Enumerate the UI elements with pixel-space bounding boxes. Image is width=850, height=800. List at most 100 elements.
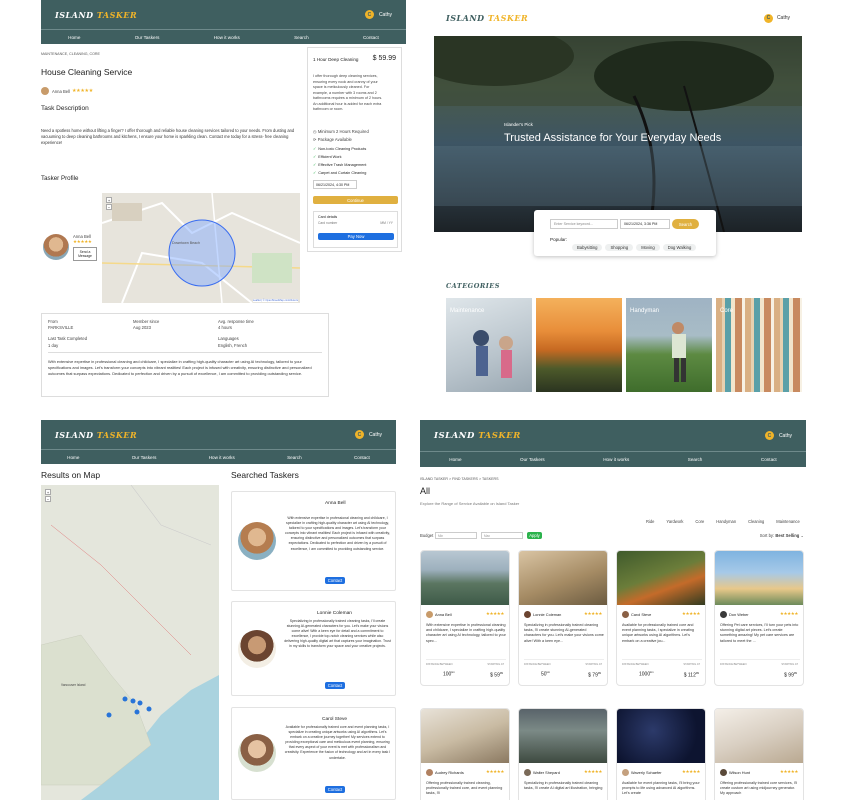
- filter-core[interactable]: Core: [695, 519, 704, 524]
- filter-ride[interactable]: Ride: [646, 519, 654, 524]
- info-label: Languages: [218, 336, 239, 341]
- location-map[interactable]: + − Downtown Beach Leaflet | © OpenStree…: [101, 192, 301, 304]
- nav-our-taskers[interactable]: Our Taskers: [132, 455, 157, 460]
- divider: [48, 352, 322, 353]
- divider: [720, 659, 800, 660]
- nav-how-it-works[interactable]: How it works: [209, 455, 235, 460]
- card-number-input[interactable]: Card number: [318, 221, 337, 225]
- tasker-name[interactable]: Anna Bell: [52, 89, 70, 94]
- nav-home[interactable]: Home: [68, 35, 80, 40]
- search-input[interactable]: Enter Service keyword...: [550, 219, 618, 229]
- tasker-bio: With extensive expertise in professional…: [285, 516, 390, 551]
- tasker-card[interactable]: Lonnie Coleman Specializing in professio…: [231, 601, 396, 696]
- popular-tag[interactable]: Moving: [636, 244, 660, 251]
- info-value: English, French: [218, 343, 248, 348]
- nav-our-taskers[interactable]: Our Taskers: [135, 35, 160, 40]
- task-description: Need a spotless home without lifting a f…: [41, 128, 295, 146]
- feature-item: ✓ Non-toxic Cleaning Products: [313, 147, 367, 151]
- user-menu[interactable]: C Cathy: [764, 431, 792, 440]
- nav-contact[interactable]: Contact: [363, 35, 379, 40]
- filter-cleaning[interactable]: Cleaning: [748, 519, 764, 524]
- results-map[interactable]: + − Vancouver Island: [41, 484, 219, 800]
- tasker-card[interactable]: Anna Bell With extensive expertise in pr…: [231, 491, 396, 591]
- tasker-card[interactable]: Wilson Hunt ★★★★★ Offering professionall…: [714, 708, 804, 800]
- nav-home[interactable]: Home: [67, 455, 79, 460]
- tasker-bio: Offering Pet care services, I'll turn yo…: [720, 623, 799, 643]
- popular-tag[interactable]: Dog Walking: [662, 244, 697, 251]
- page-subtitle: Explore the Range of Service Available o…: [420, 501, 520, 506]
- tasker-card[interactable]: Audrey Richards ★★★★★ Offering professio…: [420, 708, 510, 800]
- tasker-card[interactable]: Carol Steve Available for professionally…: [231, 707, 396, 800]
- nav-search[interactable]: Search: [294, 35, 309, 40]
- tasker-bio: With extensive expertise in professional…: [426, 623, 506, 643]
- brand-logo[interactable]: ISLAND TASKER: [446, 13, 528, 23]
- zoom-out-button[interactable]: −: [106, 204, 112, 210]
- breadcrumb[interactable]: ISLAND TASKER > FIND TASKERS > TASKERS: [420, 477, 499, 481]
- nav-home[interactable]: Home: [449, 457, 461, 462]
- popular-tag[interactable]: Babysitting: [572, 244, 603, 251]
- category-card-handyman[interactable]: Handyman: [626, 298, 712, 392]
- tasker-card[interactable]: Walter Shepard ★★★★★ Specializing in pro…: [518, 708, 608, 800]
- tasker-card[interactable]: Lonnie Coleman ★★★★★ Specializing in pro…: [518, 550, 608, 686]
- contact-button[interactable]: Contact: [325, 786, 345, 793]
- category-card-core[interactable]: Core: [716, 298, 802, 392]
- date-time-input[interactable]: 06/21/2024, 3:36 PM: [620, 219, 670, 229]
- send-message-button[interactable]: Send a Message: [73, 247, 97, 261]
- filter-maintenance[interactable]: Maintenance: [776, 519, 799, 524]
- filter-handyman[interactable]: Handyman: [716, 519, 736, 524]
- category-card-maintenance[interactable]: Maintenance: [446, 298, 532, 392]
- breadcrumb[interactable]: MAINTENANCE, CLEANING, CORE: [41, 52, 100, 56]
- budget-min-input[interactable]: Min: [435, 532, 477, 539]
- tasker-card[interactable]: Waverly Schaefer ★★★★★ Available for eve…: [616, 708, 706, 800]
- search-button[interactable]: Search: [672, 219, 699, 229]
- tasker-photo: [715, 551, 803, 605]
- zoom-in-button[interactable]: +: [45, 489, 51, 495]
- popular-tag[interactable]: Shopping: [605, 244, 634, 251]
- card-expiry-input[interactable]: MM / YY: [380, 221, 393, 225]
- budget-max-input[interactable]: Max: [481, 532, 523, 539]
- divider: [622, 659, 702, 660]
- tasker-name: Anna Bell: [435, 612, 452, 617]
- brand-logo[interactable]: ISLAND TASKER: [434, 431, 521, 441]
- nav-contact[interactable]: Contact: [354, 455, 370, 460]
- contact-button[interactable]: Contact: [325, 682, 345, 689]
- section-heading: Task Description: [41, 105, 89, 112]
- pay-now-button[interactable]: Pay Now: [318, 233, 394, 240]
- user-menu[interactable]: C Cathy: [364, 10, 392, 19]
- avatar: [238, 630, 276, 668]
- brand-logo[interactable]: ISLAND TASKER: [55, 430, 137, 440]
- nav-how-it-works[interactable]: How it works: [603, 457, 629, 462]
- brand-logo[interactable]: ISLAND TASKER: [55, 10, 137, 20]
- nav-search[interactable]: Search: [287, 455, 302, 460]
- map-graphic: [101, 192, 301, 304]
- date-time-input[interactable]: 06/21/2024, 4:30 PM: [313, 180, 357, 189]
- user-menu[interactable]: C Cathy: [354, 430, 382, 439]
- main-nav: Home Our Taskers How it works Search Con…: [41, 449, 396, 464]
- tasker-card[interactable]: Anna Bell ★★★★★ With extensive expertise…: [420, 550, 510, 686]
- rating-stars: ★★★★★: [779, 769, 798, 774]
- apply-button[interactable]: Apply: [527, 532, 542, 539]
- nav-search[interactable]: Search: [688, 457, 703, 462]
- map-attribution[interactable]: Leaflet | © OpenStreetMap contributors: [252, 299, 298, 302]
- nav-our-taskers[interactable]: Our Taskers: [520, 457, 545, 462]
- tasker-bio: Offering professionally trained cleaning…: [426, 781, 503, 796]
- zoom-in-button[interactable]: +: [106, 197, 112, 203]
- nav-how-it-works[interactable]: How it works: [214, 35, 240, 40]
- rating-stars: ★★★★★: [681, 611, 700, 616]
- sort-control[interactable]: Sort by: Best Selling ⌄: [760, 533, 804, 538]
- category-card-sunset[interactable]: [536, 298, 622, 392]
- user-menu[interactable]: C Cathy: [763, 13, 790, 23]
- tasker-card[interactable]: Carol Steve ★★★★★ Available for professi…: [616, 550, 706, 686]
- info-label: Last Task Completed: [48, 336, 88, 341]
- package-price: $ 59.99: [372, 55, 396, 62]
- contact-button[interactable]: Contact: [325, 577, 345, 584]
- starting-label: STARTING AT: [585, 663, 602, 666]
- avatar: [720, 611, 727, 618]
- continue-button[interactable]: Continue: [313, 196, 398, 204]
- tasker-card[interactable]: Don Weber ★★★★★ Offering Pet care servic…: [714, 550, 804, 686]
- section-heading: Tasker Profile: [41, 175, 79, 182]
- filter-yardwork[interactable]: Yardwork: [666, 519, 683, 524]
- tasker-name: Anna Bell: [325, 501, 346, 506]
- nav-contact[interactable]: Contact: [761, 457, 777, 462]
- zoom-out-button[interactable]: −: [45, 496, 51, 502]
